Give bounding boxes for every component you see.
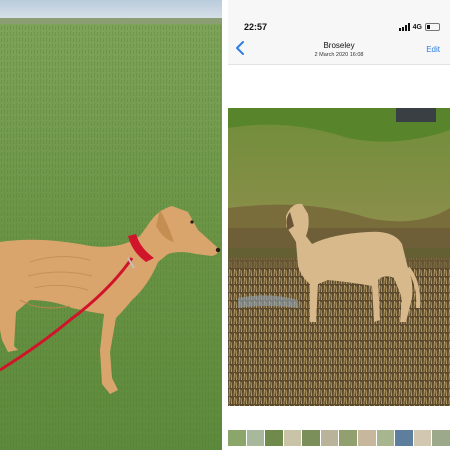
thumbnail[interactable] [413, 430, 432, 446]
main-photo-viewer[interactable] [228, 108, 450, 406]
dog-on-lead-photo [0, 0, 222, 450]
back-chevron-icon[interactable] [234, 40, 246, 56]
status-indicators: 4G [398, 23, 440, 31]
photo-nav-bar: Broseley 2 March 2020 16:08 Edit [228, 32, 450, 65]
thumbnail[interactable] [339, 430, 358, 446]
thumbnail[interactable] [228, 430, 246, 446]
edit-button[interactable]: Edit [426, 45, 440, 54]
thumbnail[interactable] [432, 430, 450, 446]
network-label: 4G [412, 23, 422, 31]
thumbnail[interactable] [283, 430, 302, 446]
thumbnail[interactable] [265, 430, 283, 446]
thumbnail[interactable] [395, 430, 413, 446]
thumbnail[interactable] [246, 430, 265, 446]
status-time: 22:57 [244, 22, 268, 32]
signal-icon [398, 23, 410, 31]
thumbnail[interactable] [376, 430, 395, 446]
battery-icon [425, 23, 440, 31]
thumbnail[interactable] [302, 430, 320, 446]
photo-date-subtitle: 2 March 2020 16:08 [314, 52, 364, 58]
dog-in-field-image [228, 108, 450, 406]
dog-on-lead-image [0, 0, 222, 450]
thumbnail[interactable] [320, 430, 339, 446]
phone-photos-screen: 22:57 4G Broseley 2 March 2020 16:08 Edi… [228, 0, 450, 450]
thumbnail[interactable] [358, 430, 376, 446]
thumbnail-strip [228, 430, 450, 450]
photo-location-title: Broseley [323, 41, 355, 50]
status-bar: 22:57 4G [228, 0, 450, 32]
